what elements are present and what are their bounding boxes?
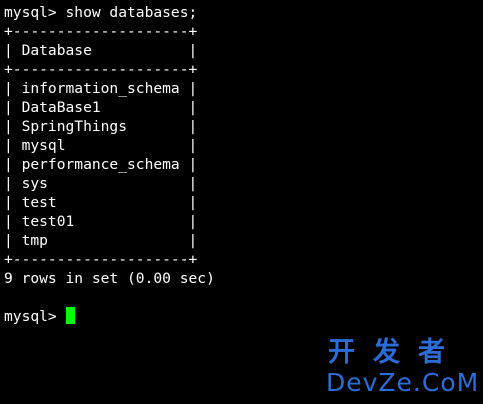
table-row: | SpringThings | xyxy=(4,118,198,135)
table-row: | DataBase1 | xyxy=(4,99,198,116)
text-cursor[interactable] xyxy=(65,307,75,324)
table-border-bottom: +--------------------+ xyxy=(4,251,198,268)
prompt: mysql> xyxy=(4,308,57,325)
table-row: | mysql | xyxy=(4,137,198,154)
table-row: | test01 | xyxy=(4,213,198,230)
watermark-chinese: 开发者 xyxy=(328,337,463,368)
terminal-window[interactable]: mysql> show databases; +----------------… xyxy=(0,0,483,404)
table-row: | sys | xyxy=(4,175,198,192)
table-row: | tmp | xyxy=(4,232,198,249)
table-border-top: +--------------------+ xyxy=(4,23,198,40)
table-header: | Database | xyxy=(4,42,198,59)
watermark-logo: 开发者 DevZe.CoM xyxy=(326,337,480,398)
table-row: | information_schema | xyxy=(4,80,198,97)
table-row: | test | xyxy=(4,194,198,211)
watermark-latin: DevZe.CoM xyxy=(326,368,480,397)
input-line[interactable]: mysql> xyxy=(4,307,483,326)
result-summary: 9 rows in set (0.00 sec) xyxy=(4,270,215,287)
table-border-mid: +--------------------+ xyxy=(4,61,198,78)
command-line: mysql> show databases; xyxy=(4,4,198,21)
table-row: | performance_schema | xyxy=(4,156,198,173)
